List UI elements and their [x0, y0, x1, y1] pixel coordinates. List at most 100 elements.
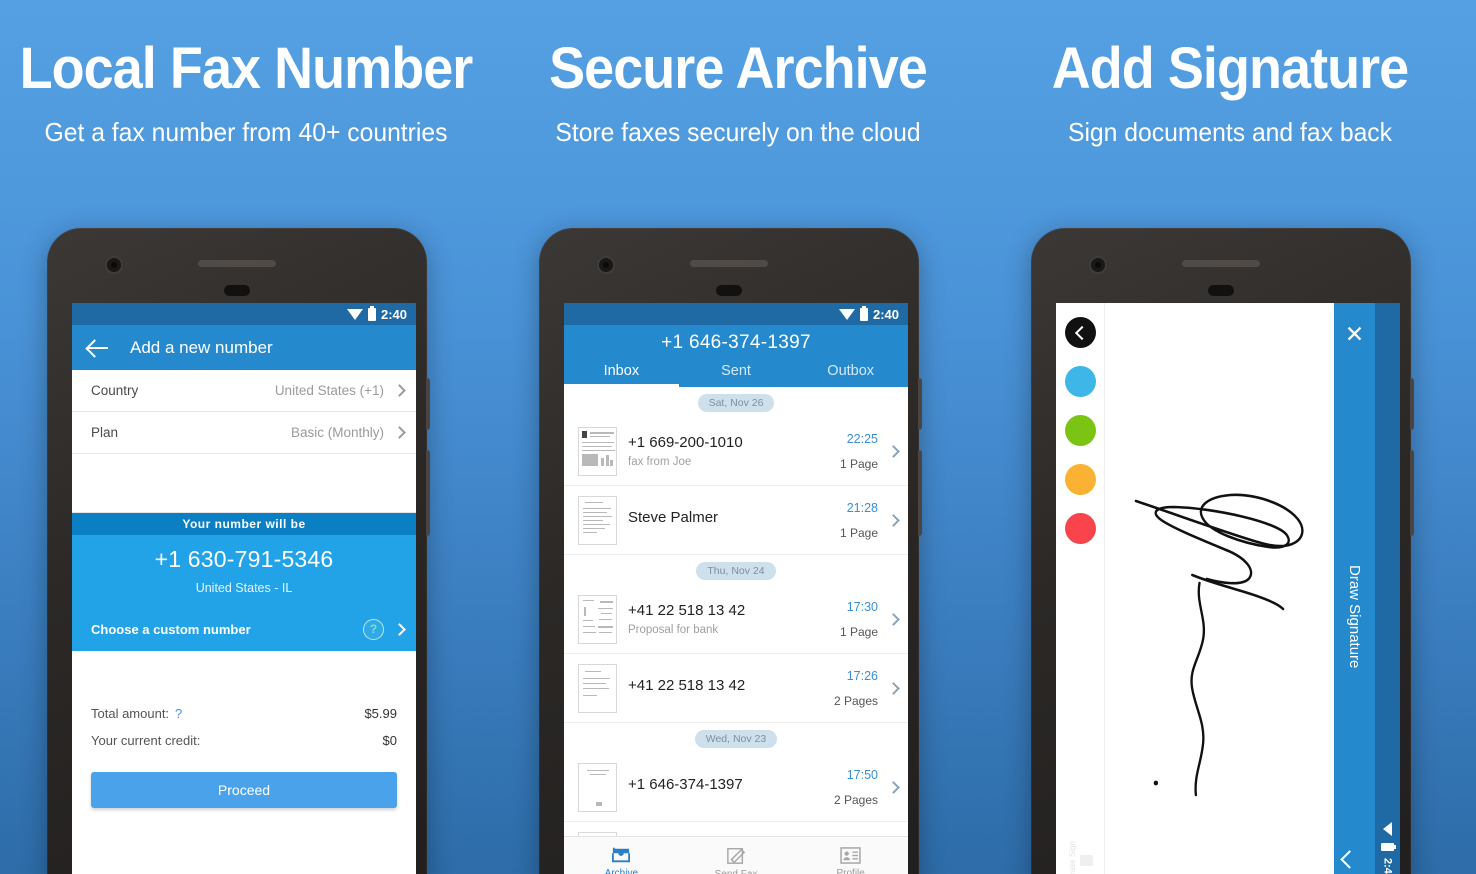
proximity-sensor-icon: [716, 285, 742, 296]
status-bar-3: 2:40: [1375, 303, 1400, 874]
nav-profile[interactable]: Profile: [793, 837, 908, 874]
date-separator: Thu, Nov 24: [564, 555, 908, 585]
account-number: +1 646-374-1397: [661, 332, 811, 353]
chevron-right-icon: [887, 612, 900, 626]
phone-mockup-3: Erase Sign ✕ Draw Signature 2:40: [1031, 228, 1414, 874]
status-bar-2: 2:40: [564, 303, 908, 325]
volume-button[interactable]: [918, 378, 922, 430]
power-button[interactable]: [1410, 450, 1414, 536]
wifi-icon: [346, 308, 363, 320]
signature-canvas[interactable]: [1105, 303, 1334, 874]
eraser-icon: [1079, 854, 1093, 866]
nav-send-fax-label: Send Fax: [714, 868, 758, 874]
app-bar-add-number: Add a new number: [72, 325, 416, 370]
document-thumbnail-icon: [578, 762, 617, 812]
erase-signature-button[interactable]: Erase Sign: [1056, 841, 1104, 874]
wifi-icon: [1383, 821, 1392, 836]
status-time: 2:40: [380, 306, 407, 322]
fax-item-main: +1 669-200-1010 fax from Joe: [617, 434, 840, 468]
power-button[interactable]: [426, 450, 430, 536]
choose-custom-number-label: Choose a custom number: [91, 621, 251, 637]
nav-archive[interactable]: Archive: [564, 837, 679, 874]
back-arrow-icon[interactable]: [88, 338, 108, 358]
color-swatch-red[interactable]: [1064, 513, 1096, 544]
fax-list-item[interactable]: Steve Palmer 21:28 1 Page: [564, 486, 908, 555]
fax-pages: 1 Page: [839, 456, 878, 471]
fax-list-item[interactable]: +1 669-200-1010 fax from Joe 22:25 1 Pag…: [564, 417, 908, 486]
fax-time: 17:26: [846, 668, 878, 683]
row-plan-value: Basic (Monthly): [290, 425, 384, 440]
tab-outbox[interactable]: Outbox: [793, 363, 908, 387]
nav-archive-label: Archive: [604, 868, 639, 874]
volume-button[interactable]: [1410, 378, 1414, 430]
contact-card-icon: [840, 846, 861, 864]
total-amount-label: Total amount:: [91, 706, 170, 721]
color-swatch-cyan[interactable]: [1064, 366, 1096, 397]
tab-sent[interactable]: Sent: [679, 363, 794, 387]
nav-send-fax[interactable]: Send Fax: [679, 837, 794, 874]
fax-item-main: +41 22 518 13 42 Proposal for bank: [617, 602, 840, 636]
chevron-right-icon: [887, 780, 900, 794]
document-thumbnail-icon: [578, 663, 617, 713]
choose-custom-number-row[interactable]: Choose a custom number ?: [72, 607, 416, 651]
system-back-icon[interactable]: [1340, 850, 1359, 869]
fax-item-meta: 17:26 2 Pages: [834, 669, 882, 708]
headline-column-3: Add Signature Sign documents and fax bac…: [984, 0, 1476, 147]
color-swatch-black[interactable]: [1064, 317, 1096, 348]
front-camera-icon: [105, 256, 123, 274]
fax-list-item[interactable]: +41 22 518 13 42 17:26 2 Pages: [564, 654, 908, 723]
fax-list-item[interactable]: +41 22 518 13 42 Proposal for bank 17:30…: [564, 585, 908, 654]
signature-stroke: [1134, 493, 1304, 797]
row-plan[interactable]: Plan Basic (Monthly): [72, 412, 416, 454]
fax-item-main: Steve Palmer: [617, 509, 840, 531]
phone-screen-2: 2:40 +1 646-374-1397 Inbox Sent Outbox S…: [564, 303, 908, 874]
chevron-right-icon: [887, 681, 900, 695]
fax-item-meta: 17:50 2 Pages: [834, 768, 882, 807]
fax-list-item[interactable]: +1 646-374-1397 17:50 2 Pages: [564, 753, 908, 822]
headline-column-2: Secure Archive Store faxes securely on t…: [492, 0, 984, 147]
headline-column-1: Local Fax Number Get a fax number from 4…: [0, 0, 492, 147]
total-amount-help-icon[interactable]: ?: [175, 706, 182, 721]
total-amount-row: Total amount: ? $5.99: [72, 700, 416, 727]
help-badge-icon[interactable]: ?: [363, 618, 384, 640]
volume-button[interactable]: [426, 378, 430, 430]
battery-icon: [1381, 842, 1396, 851]
earpiece-speaker-icon: [1182, 260, 1260, 267]
fax-sender: +41 22 518 13 42: [628, 602, 746, 619]
assigned-number: +1 630-791-5346: [154, 546, 334, 572]
current-credit-value: $0: [382, 733, 397, 748]
signature-screen: Erase Sign ✕ Draw Signature 2:40: [1056, 303, 1400, 874]
bottom-navigation: Archive Send Fax Profile: [564, 836, 908, 874]
row-country-value: United States (+1): [274, 383, 384, 398]
fax-subject: Proposal for bank: [628, 624, 719, 636]
headline-subtitle-3: Sign documents and fax back: [1067, 117, 1393, 147]
fax-item-meta: 22:25 1 Page: [840, 432, 882, 471]
earpiece-speaker-icon: [198, 260, 276, 267]
front-camera-icon: [1089, 256, 1107, 274]
fax-time: 17:50: [846, 767, 878, 782]
fax-time: 22:25: [846, 431, 878, 446]
inbox-tray-icon: [612, 847, 631, 863]
date-separator: Wed, Nov 23: [564, 723, 908, 753]
current-credit-label: Your current credit:: [91, 733, 201, 748]
fax-sender: +1 669-200-1010: [628, 434, 743, 451]
color-swatch-green[interactable]: [1064, 415, 1096, 446]
power-button[interactable]: [918, 450, 922, 536]
phone-mockup-1: 2:40 Add a new number Country United Sta…: [47, 228, 430, 874]
battery-icon: [859, 305, 868, 321]
date-chip: Thu, Nov 24: [696, 562, 776, 580]
fax-time: 21:28: [846, 500, 878, 515]
close-icon[interactable]: ✕: [1345, 323, 1364, 346]
chevron-right-icon: [393, 622, 406, 636]
fax-pages: 1 Page: [839, 624, 878, 639]
proximity-sensor-icon: [224, 285, 250, 296]
phone-screen-1: 2:40 Add a new number Country United Sta…: [72, 303, 416, 874]
status-time: 2:40: [1381, 857, 1394, 874]
tab-inbox[interactable]: Inbox: [564, 363, 679, 387]
chevron-right-icon: [393, 384, 406, 397]
fax-item-meta: 21:28 1 Page: [840, 501, 882, 540]
color-swatch-amber[interactable]: [1064, 464, 1096, 495]
row-country[interactable]: Country United States (+1): [72, 370, 416, 412]
proceed-button[interactable]: Proceed: [91, 772, 397, 808]
headline-title-1: Local Fax Number: [19, 36, 474, 101]
